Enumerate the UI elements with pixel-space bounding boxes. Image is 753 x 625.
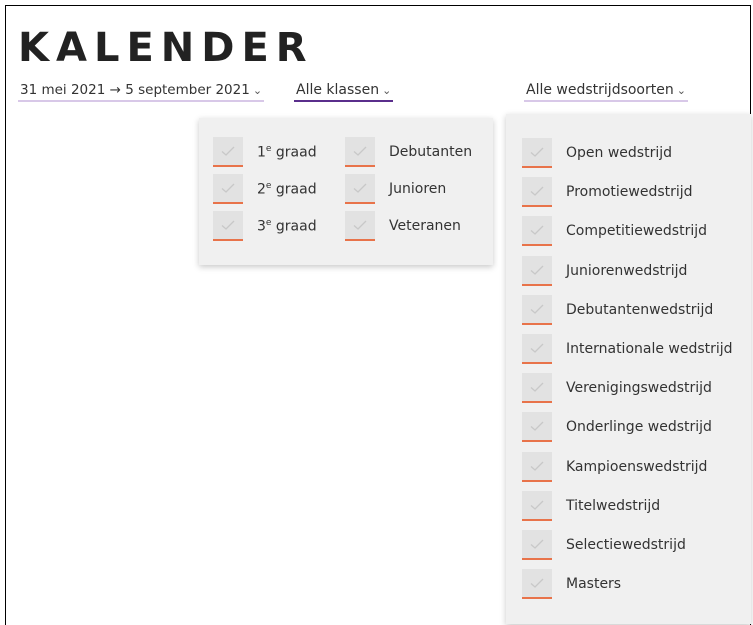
option-label: Junioren: [389, 181, 447, 197]
checkbox[interactable]: [345, 211, 375, 241]
check-icon: [530, 304, 544, 314]
option-verenigingswedstrijd[interactable]: Verenigingswedstrijd: [522, 371, 712, 405]
option-masters[interactable]: Masters: [522, 567, 621, 601]
option-1e-graad[interactable]: 1e graad: [213, 135, 317, 169]
checkbox[interactable]: [522, 412, 552, 443]
option-label: Kampioenswedstrijd: [566, 458, 708, 475]
option-open-wedstrijd[interactable]: Open wedstrijd: [522, 136, 672, 170]
checkbox[interactable]: [522, 569, 552, 600]
option-kampioenswedstrijd[interactable]: Kampioenswedstrijd: [522, 450, 707, 484]
option-promotiewedstrijd[interactable]: Promotiewedstrijd: [522, 175, 693, 209]
option-onderlinge-wedstrijd[interactable]: Onderlinge wedstrijd: [522, 410, 712, 444]
option-label: Open wedstrijd: [566, 145, 672, 161]
check-icon: [530, 186, 544, 197]
option-label: Verenigingswedstrijd: [566, 380, 712, 397]
option-label: Debutanten: [389, 144, 473, 160]
option-label: Juniorenwedstrijd: [566, 262, 688, 279]
checkbox[interactable]: [522, 490, 552, 521]
option-label: Onderlinge wedstrijd: [566, 419, 712, 436]
checkbox[interactable]: [522, 216, 552, 247]
checkbox[interactable]: [522, 373, 552, 404]
option-debutantenwedstrijd[interactable]: Debutantenwedstrijd: [522, 293, 713, 327]
chevron-down-icon: ⌄: [252, 84, 263, 97]
date-range-filter[interactable]: 31 mei 2021 → 5 september 2021 ⌄: [18, 81, 265, 102]
chevron-down-icon: ⌄: [676, 84, 686, 97]
competition-type-filter[interactable]: Alle wedstrijdsoorten ⌄: [524, 81, 688, 102]
option-label: 2e graad: [257, 180, 317, 198]
option-debutanten[interactable]: Debutanten: [345, 135, 472, 169]
option-juniorenwedstrijd[interactable]: Juniorenwedstrijd: [522, 254, 687, 288]
checkbox[interactable]: [522, 138, 552, 168]
check-icon: [221, 146, 235, 156]
page-title: KALENDER: [18, 25, 314, 71]
check-icon: [353, 183, 367, 193]
checkbox[interactable]: [345, 137, 375, 167]
option-competitiewedstrijd[interactable]: Competitiewedstrijd: [522, 214, 707, 248]
option-titelwedstrijd[interactable]: Titelwedstrijd: [522, 489, 660, 523]
option-label: 3e graad: [257, 217, 317, 235]
option-label: Promotiewedstrijd: [566, 184, 693, 201]
checkbox[interactable]: [522, 334, 552, 364]
date-range-label: 31 mei 2021 → 5 september 2021: [20, 82, 250, 98]
option-label: Selectiewedstrijd: [566, 537, 686, 553]
check-icon: [530, 343, 544, 353]
check-icon: [530, 382, 544, 393]
check-icon: [530, 539, 544, 549]
option-internationale-wedstrijd[interactable]: Internationale wedstrijd: [522, 332, 733, 366]
checkbox[interactable]: [522, 451, 552, 482]
option-junioren[interactable]: Junioren: [345, 172, 446, 206]
class-filter[interactable]: Alle klassen ⌄: [294, 81, 394, 102]
check-icon: [530, 421, 544, 432]
check-icon: [221, 220, 235, 230]
option-veteranen[interactable]: Veteranen: [345, 209, 461, 243]
option-label: Internationale wedstrijd: [566, 341, 733, 357]
class-filter-label: Alle klassen: [296, 82, 380, 98]
option-2e-graad[interactable]: 2e graad: [213, 172, 317, 206]
checkbox[interactable]: [213, 137, 243, 167]
checkbox[interactable]: [522, 255, 552, 286]
checkbox[interactable]: [522, 177, 552, 208]
checkbox[interactable]: [522, 530, 552, 560]
check-icon: [353, 146, 367, 156]
checkbox[interactable]: [213, 174, 243, 204]
option-label: Debutantenwedstrijd: [566, 301, 714, 318]
check-icon: [530, 500, 544, 510]
check-icon: [530, 225, 544, 236]
competition-type-dropdown: Open wedstrijd Promotiewedstrijd Competiti…: [506, 114, 751, 624]
option-label: 1e graad: [257, 143, 317, 161]
option-label: Competitiewedstrijd: [566, 223, 708, 240]
check-icon: [530, 578, 544, 589]
check-icon: [530, 147, 544, 157]
checkbox[interactable]: [345, 174, 375, 204]
checkbox[interactable]: [522, 294, 552, 325]
class-dropdown: 1e graad 2e graad 3e graad Debutanten Junior…: [199, 118, 493, 265]
option-label: Veteranen: [389, 218, 461, 234]
check-icon: [221, 183, 235, 193]
option-label: Titelwedstrijd: [566, 497, 661, 514]
chevron-down-icon: ⌄: [382, 84, 392, 97]
checkbox[interactable]: [213, 211, 243, 241]
option-selectiewedstrijd[interactable]: Selectiewedstrijd: [522, 528, 686, 562]
type-filter-label: Alle wedstrijdsoorten: [526, 82, 674, 98]
option-label: Masters: [566, 576, 622, 593]
check-icon: [530, 461, 544, 471]
check-icon: [353, 220, 367, 230]
check-icon: [530, 265, 544, 275]
option-3e-graad[interactable]: 3e graad: [213, 209, 317, 243]
